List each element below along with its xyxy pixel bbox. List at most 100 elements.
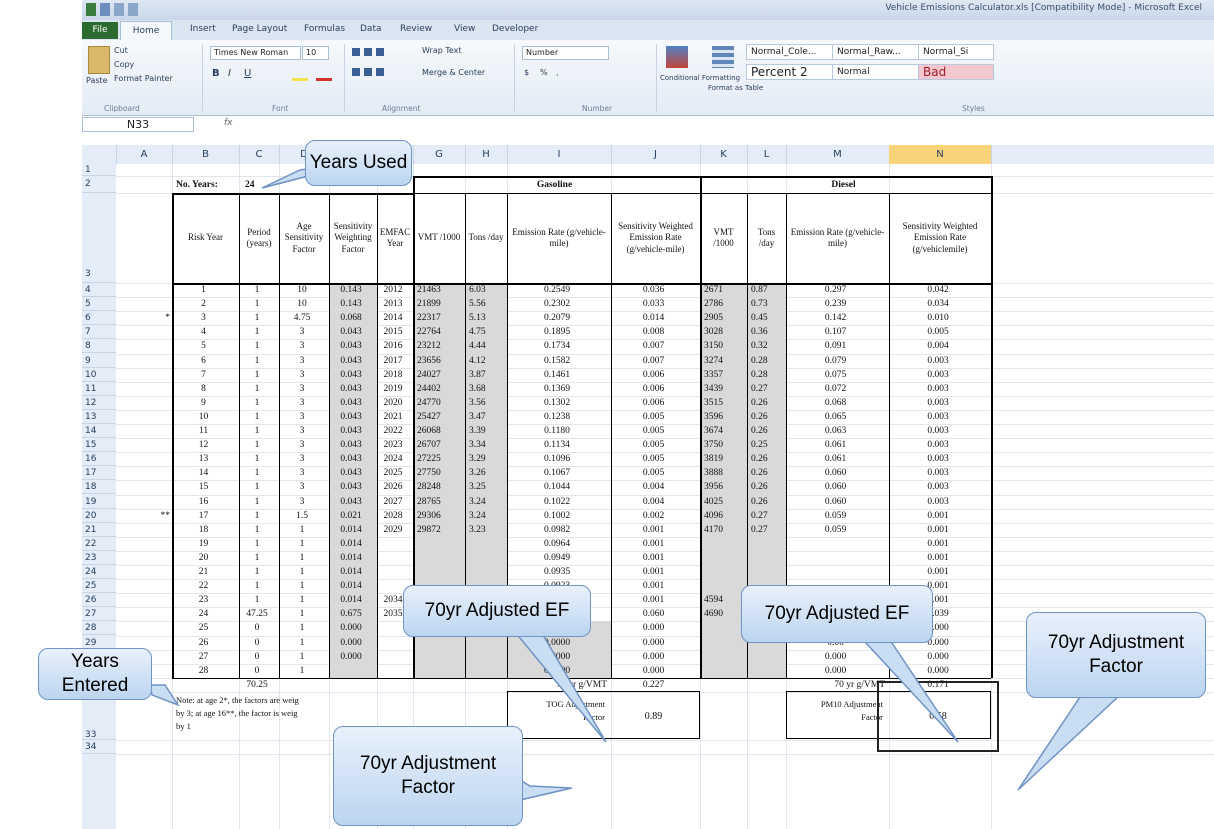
gas-vmt-value[interactable]: 28248 (417, 481, 465, 494)
gas-tons-value[interactable]: 3.87 (469, 369, 507, 382)
diesel-weighted-rate-value[interactable]: 0.001 (889, 566, 987, 579)
period-value[interactable]: 0 (239, 651, 275, 664)
weighting-factor-value[interactable]: 0.043 (329, 411, 373, 424)
conditional-formatting-button[interactable]: Conditional Formatting (660, 74, 740, 82)
copy-button[interactable]: Copy (114, 60, 134, 69)
gas-vmt-value[interactable]: 24770 (417, 397, 465, 410)
diesel-emission-rate-value[interactable]: 0.075 (786, 369, 885, 382)
diesel-header[interactable]: Diesel (700, 177, 987, 193)
age-factor-value[interactable]: 3 (279, 496, 325, 509)
risk-year-value[interactable]: 25 (172, 622, 235, 635)
gas-weighted-rate-value[interactable]: 0.005 (611, 411, 696, 424)
age-factor-value[interactable]: 1.5 (279, 510, 325, 523)
diesel-70yr-value[interactable]: 0.171 (889, 679, 987, 692)
gas-emission-rate-value[interactable]: 0.1044 (507, 481, 607, 494)
risk-year-value[interactable]: 3 (172, 312, 235, 325)
period-value[interactable]: 1 (239, 340, 275, 353)
gas-weighted-rate-value[interactable]: 0.005 (611, 453, 696, 466)
diesel-vmt-value[interactable]: 3028 (704, 326, 747, 339)
period-value[interactable]: 1 (239, 326, 275, 339)
weighting-factor-value[interactable]: 0.043 (329, 326, 373, 339)
merge-center-button[interactable]: Merge & Center (422, 68, 485, 77)
diesel-weighted-rate-value[interactable]: 0.005 (889, 326, 987, 339)
gas-vmt-value[interactable]: 26707 (417, 439, 465, 452)
weighting-factor-value[interactable]: 0.675 (329, 608, 373, 621)
name-box[interactable]: N33 (82, 117, 194, 132)
row-header-3[interactable]: 3 (82, 193, 116, 283)
period-value[interactable]: 1 (239, 496, 275, 509)
bold-button[interactable]: B (212, 68, 220, 79)
gas-weighted-rate-value[interactable]: 0.006 (611, 369, 696, 382)
align-top-icon[interactable] (352, 48, 386, 56)
gas-weighted-rate-value[interactable]: 0.000 (611, 665, 696, 678)
diesel-emission-rate-value[interactable]: 0.091 (786, 340, 885, 353)
diesel-tons-value[interactable]: 0.36 (751, 326, 786, 339)
gas-vmt-value[interactable]: 21463 (417, 284, 465, 297)
age-factor-value[interactable]: 3 (279, 326, 325, 339)
percent-button[interactable]: % (540, 68, 548, 77)
no-years-label[interactable]: No. Years: (176, 177, 239, 193)
period-value[interactable]: 1 (239, 383, 275, 396)
risk-year-value[interactable]: 26 (172, 637, 235, 650)
row-header-5[interactable]: 5 (82, 297, 116, 312)
diesel-emission-rate-value[interactable]: 0.059 (786, 510, 885, 523)
period-value[interactable]: 1 (239, 369, 275, 382)
footnote-marker[interactable]: ** (118, 510, 171, 523)
gas-vmt-value[interactable]: 29306 (417, 510, 465, 523)
gas-vmt-value[interactable]: 22764 (417, 326, 465, 339)
risk-year-value[interactable]: 11 (172, 425, 235, 438)
age-factor-value[interactable]: 1 (279, 594, 325, 607)
row-header-22[interactable]: 22 (82, 537, 116, 551)
row-header-19[interactable]: 19 (82, 495, 116, 509)
diesel-vmt-value[interactable]: 3674 (704, 425, 747, 438)
age-factor-value[interactable]: 1 (279, 580, 325, 593)
paste-button[interactable]: Paste (86, 76, 108, 85)
period-value[interactable]: 1 (239, 538, 275, 551)
row-header-20[interactable]: 20 (82, 509, 116, 523)
diesel-emission-rate-value[interactable]: 0.068 (786, 397, 885, 410)
gas-emission-rate-value[interactable]: 0.1022 (507, 496, 607, 509)
gas-tons-value[interactable]: 3.25 (469, 481, 507, 494)
row-header-14[interactable]: 14 (82, 424, 116, 439)
gas-weighted-rate-value[interactable]: 0.001 (611, 552, 696, 565)
gas-emission-rate-value[interactable]: 0.1582 (507, 355, 607, 368)
diesel-emission-rate-value[interactable]: 0.000 (786, 665, 885, 678)
diesel-emission-rate-value[interactable]: 0.239 (786, 298, 885, 311)
gas-emission-rate-value[interactable]: 0.0000 (507, 651, 607, 664)
column-header-b[interactable]: B (172, 145, 240, 164)
font-name-box[interactable]: Times New Roman (210, 46, 301, 60)
risk-year-value[interactable]: 2 (172, 298, 235, 311)
diesel-vmt-value[interactable]: 3150 (704, 340, 747, 353)
gas-emission-rate-value[interactable]: 0.0964 (507, 538, 607, 551)
gas-tons-value[interactable]: 3.34 (469, 439, 507, 452)
diesel-emission-rate-value[interactable]: 0.060 (786, 467, 885, 480)
gas-weighted-rate-value[interactable]: 0.006 (611, 397, 696, 410)
period-value[interactable]: 0 (239, 622, 275, 635)
row-header-2[interactable]: 2 (82, 176, 116, 193)
tab-page-layout[interactable]: Page Layout (232, 24, 287, 34)
gas-vmt-value[interactable]: 24402 (417, 383, 465, 396)
column-header-g[interactable]: G (413, 145, 466, 164)
gas-weighted-rate-value[interactable]: 0.014 (611, 312, 696, 325)
gas-vmt-value[interactable]: 23212 (417, 340, 465, 353)
row-header-34[interactable]: 34 (82, 740, 116, 754)
align-center-icon[interactable] (352, 68, 386, 76)
fx-icon[interactable]: fx (224, 118, 233, 128)
tab-data[interactable]: Data (360, 24, 382, 34)
risk-year-value[interactable]: 22 (172, 580, 235, 593)
period-value[interactable]: 1 (239, 439, 275, 452)
diesel-emission-rate-value[interactable]: 0.142 (786, 312, 885, 325)
undo-icon[interactable] (114, 3, 124, 16)
gas-vmt-value[interactable]: 25427 (417, 411, 465, 424)
format-painter-button[interactable]: Format Painter (114, 74, 173, 83)
period-value[interactable]: 1 (239, 312, 275, 325)
row-header-9[interactable]: 9 (82, 354, 116, 368)
period-value[interactable]: 1 (239, 467, 275, 480)
emfac-year-value[interactable]: 2016 (377, 340, 409, 353)
gas-vmt-value[interactable]: 29872 (417, 524, 465, 537)
age-factor-value[interactable]: 3 (279, 355, 325, 368)
gas-emission-rate-value[interactable]: 0.2549 (507, 284, 607, 297)
diesel-tons-value[interactable]: 0.26 (751, 496, 786, 509)
emfac-year-value[interactable]: 2013 (377, 298, 409, 311)
gas-tons-value[interactable]: 3.39 (469, 425, 507, 438)
